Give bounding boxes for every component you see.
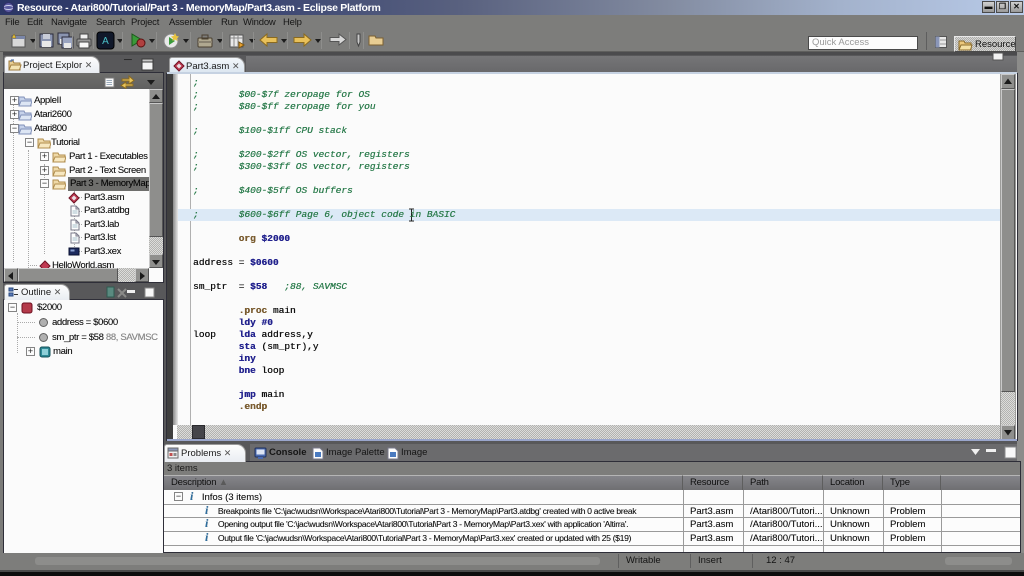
svg-text:A: A bbox=[102, 36, 109, 47]
